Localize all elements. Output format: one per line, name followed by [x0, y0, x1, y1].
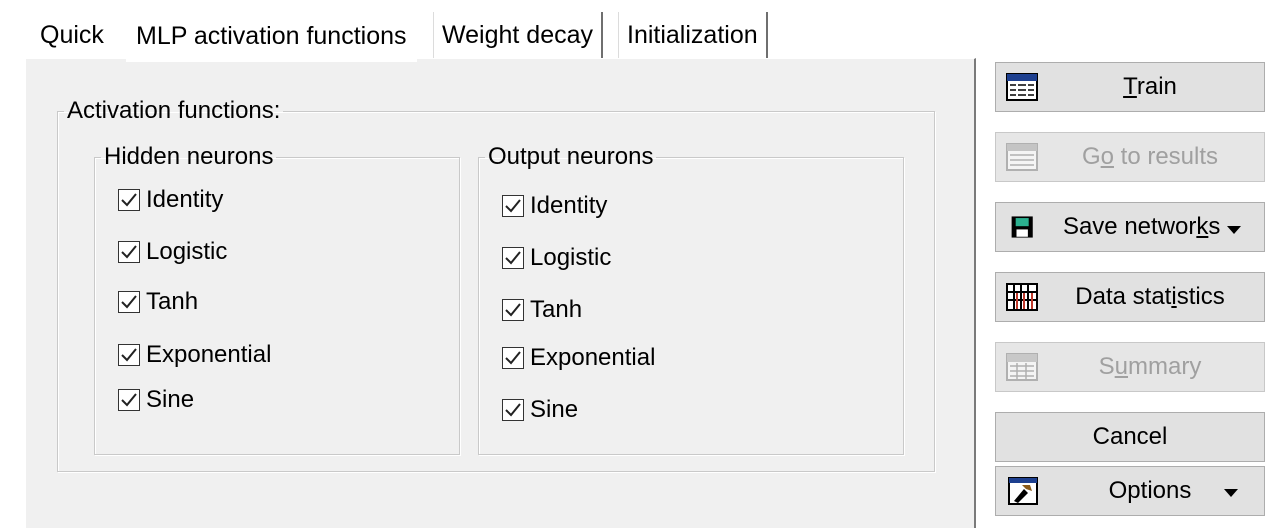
cancel-label: Cancel: [1092, 423, 1168, 450]
checkbox-box[interactable]: [118, 344, 140, 366]
checkbox-label: Exponential: [146, 341, 272, 368]
tab-quick[interactable]: Quick: [32, 12, 112, 58]
floppy-disk-icon: [1011, 216, 1033, 238]
output-tanh-checkbox[interactable]: Tanh: [502, 295, 582, 325]
hidden-exponential-checkbox[interactable]: Exponential: [118, 340, 271, 370]
check-icon: [121, 193, 137, 207]
checkbox-box[interactable]: [118, 189, 140, 211]
spreadsheet-icon: [1006, 73, 1038, 101]
output-identity-checkbox[interactable]: Identity: [502, 191, 607, 221]
check-icon: [505, 199, 521, 213]
activation-functions-label: Activation functions:: [67, 97, 281, 124]
save-networks-label: Save networks: [1040, 213, 1264, 241]
options-button[interactable]: Options: [995, 466, 1265, 516]
checkbox-label: Tanh: [530, 296, 583, 323]
checkbox-label: Exponential: [530, 344, 656, 371]
tab-label: MLP activation functions: [136, 22, 407, 50]
summary-button[interactable]: Summary: [995, 342, 1265, 392]
tab-mlp-activation-functions[interactable]: MLP activation functions: [126, 6, 417, 62]
tab-label: Quick: [40, 21, 104, 49]
checkbox-label: Tanh: [146, 288, 199, 315]
data-statistics-button[interactable]: Data statistics: [995, 272, 1265, 322]
checkbox-label: Logistic: [530, 244, 612, 271]
train-button[interactable]: Train: [995, 62, 1265, 112]
dropdown-arrow-icon[interactable]: [1224, 489, 1238, 497]
checkbox-box[interactable]: [118, 241, 140, 263]
spreadsheet-icon: [1006, 143, 1038, 171]
output-sine-checkbox[interactable]: Sine: [502, 395, 578, 425]
output-logistic-checkbox[interactable]: Logistic: [502, 243, 611, 273]
checkbox-label: Identity: [146, 186, 224, 213]
checkbox-label: Logistic: [146, 238, 228, 265]
hidden-neurons-label: Hidden neurons: [104, 143, 274, 170]
check-icon: [121, 348, 137, 362]
tab-weight-decay[interactable]: Weight decay: [433, 12, 604, 58]
train-label: Train: [1123, 73, 1177, 100]
check-icon: [505, 251, 521, 265]
check-icon: [121, 393, 137, 407]
check-icon: [505, 403, 521, 417]
hidden-sine-checkbox[interactable]: Sine: [118, 385, 194, 415]
cancel-button[interactable]: Cancel: [995, 412, 1265, 462]
checkbox-label: Sine: [530, 396, 579, 423]
tab-label: Weight decay: [442, 21, 594, 49]
checkbox-label: Sine: [146, 386, 195, 413]
tab-panel: Activation functions: Hidden neurons Out…: [24, 58, 976, 528]
data-statistics-label: Data statistics: [1075, 283, 1225, 310]
checkbox-box[interactable]: [118, 291, 140, 313]
check-icon: [505, 303, 521, 317]
tab-initialization[interactable]: Initialization: [618, 12, 768, 58]
output-neurons-label: Output neurons: [488, 143, 654, 170]
hidden-identity-checkbox[interactable]: Identity: [118, 185, 223, 215]
go-to-results-button[interactable]: Go to results: [995, 132, 1265, 182]
check-icon: [121, 295, 137, 309]
checkbox-box[interactable]: [118, 389, 140, 411]
check-icon: [505, 351, 521, 365]
hidden-logistic-checkbox[interactable]: Logistic: [118, 237, 227, 267]
grid-icon: [1006, 283, 1038, 311]
checkbox-box[interactable]: [502, 347, 524, 369]
hidden-tanh-checkbox[interactable]: Tanh: [118, 287, 198, 317]
dropdown-arrow-icon: [1227, 226, 1242, 234]
output-exponential-checkbox[interactable]: Exponential: [502, 343, 655, 373]
checkbox-label: Identity: [530, 192, 608, 219]
tab-label: Initialization: [627, 21, 758, 49]
checkbox-box[interactable]: [502, 399, 524, 421]
check-icon: [121, 245, 137, 259]
checkbox-box[interactable]: [502, 195, 524, 217]
checkbox-box[interactable]: [502, 247, 524, 269]
summary-label: Summary: [1098, 353, 1202, 380]
checkbox-box[interactable]: [502, 299, 524, 321]
save-networks-button[interactable]: Save networks: [995, 202, 1265, 252]
go-to-results-label: Go to results: [1081, 143, 1219, 170]
summary-table-icon: [1006, 353, 1038, 381]
